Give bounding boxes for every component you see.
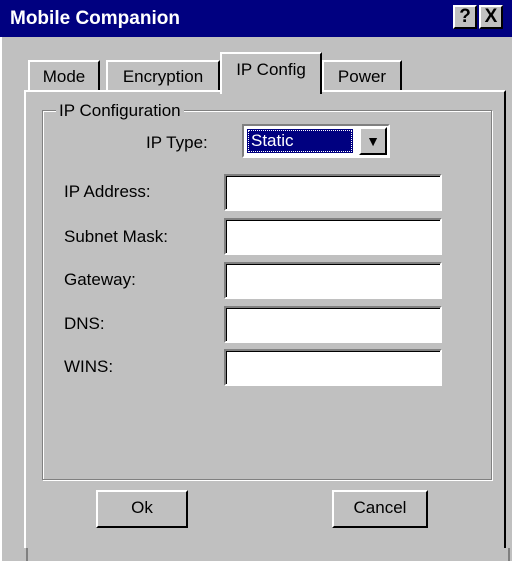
tab-power[interactable]: Power <box>322 60 402 92</box>
tab-ip-config-label: IP Config <box>236 60 306 79</box>
gateway-field[interactable] <box>224 262 442 299</box>
gateway-label: Gateway: <box>64 270 136 289</box>
tab-power-label: Power <box>337 67 387 86</box>
tab-encryption-label: Encryption <box>122 67 204 86</box>
subnet-mask-label: Subnet Mask: <box>64 227 168 246</box>
tab-ip-config[interactable]: IP Config <box>220 52 322 94</box>
ok-button[interactable]: Ok <box>96 490 188 528</box>
tab-encryption[interactable]: Encryption <box>106 60 220 92</box>
dialog-edge-right <box>508 548 510 561</box>
close-button[interactable]: X <box>479 5 503 29</box>
tab-mode-label: Mode <box>42 67 86 86</box>
cancel-button[interactable]: Cancel <box>332 490 428 528</box>
title-bar: Mobile Companion ? X <box>0 0 512 37</box>
wins-field[interactable] <box>224 349 442 386</box>
dns-field[interactable] <box>224 306 442 343</box>
tab-mode[interactable]: Mode <box>28 60 100 92</box>
ip-type-label: IP Type: <box>146 133 208 152</box>
ip-type-value: Static <box>247 129 353 153</box>
subnet-mask-field[interactable] <box>224 218 442 255</box>
window-edge <box>0 37 2 561</box>
window-title: Mobile Companion <box>10 8 180 29</box>
help-button[interactable]: ? <box>453 5 477 29</box>
wins-label: WINS: <box>64 357 114 376</box>
dialog-edge-left <box>26 548 28 561</box>
chevron-down-icon[interactable]: ▼ <box>359 127 387 155</box>
ip-type-select[interactable]: Static ▼ <box>242 124 390 158</box>
ip-address-label: IP Address: <box>64 182 151 201</box>
ip-address-field[interactable] <box>224 174 442 211</box>
group-title: IP Configuration <box>56 101 184 121</box>
dns-label: DNS: <box>64 314 105 333</box>
